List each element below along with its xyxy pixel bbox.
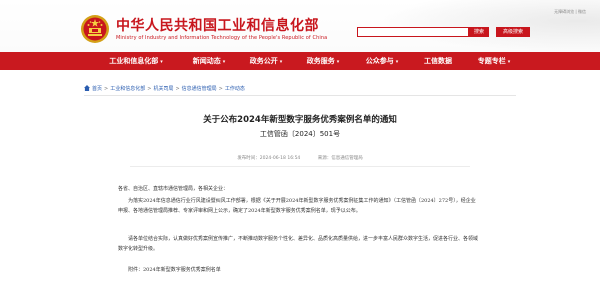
breadcrumb: 首页 > 工业和信息化部 > 机关司局 > 信息通信管理局 > 工作动态 xyxy=(84,85,245,92)
national-emblem-icon[interactable] xyxy=(80,14,110,44)
nav-item-participation[interactable]: 公众参与 ▾ xyxy=(366,52,399,70)
nav-item-home[interactable]: 工业和信息化部 ▾ xyxy=(103,52,169,70)
chevron-down-icon: ▾ xyxy=(395,59,399,65)
document-number: 工信管函〔2024〕501号 xyxy=(259,130,341,138)
chevron-down-icon: ▾ xyxy=(279,59,283,65)
advanced-search-button[interactable]: 高级搜索 xyxy=(496,27,530,37)
article-source: 来源：信息通信管理局 xyxy=(317,156,363,161)
search-button[interactable]: 搜索 xyxy=(469,27,489,37)
publish-date: 发布时间：2024-06-18 16:54 xyxy=(237,156,301,161)
main-nav: 工业和信息化部 ▾ 新闻动态 ▾ 政务公开 ▾ 政务服务 ▾ 公众参与 ▾ 工信数据 专题… xyxy=(0,52,600,70)
attachment-link[interactable]: 附件：2024年新型数字服务优秀案例名单 xyxy=(118,266,480,276)
breadcrumb-separator-icon: > xyxy=(218,86,223,92)
breadcrumb-bureau[interactable]: 信息通信管理局 xyxy=(182,86,217,92)
chevron-down-icon: ▾ xyxy=(222,59,226,65)
nav-item-label: 政务公开 xyxy=(249,57,278,65)
breadcrumb-home[interactable]: 首页 xyxy=(92,86,102,92)
nav-item-services[interactable]: 政务服务 ▾ xyxy=(307,52,340,70)
site-subtitle: Ministry of Industry and Information Tec… xyxy=(116,35,328,41)
breadcrumb-departments[interactable]: 机关司局 xyxy=(153,86,173,92)
nav-item-label: 政务服务 xyxy=(306,57,335,65)
nav-item-label: 工信数据 xyxy=(424,57,452,65)
header-decoration xyxy=(380,0,600,52)
chevron-down-icon: ▾ xyxy=(507,59,511,65)
article-title: 关于公布2024年新型数字服务优秀案例名单的通知 xyxy=(203,115,397,125)
top-links[interactable]: 无障碍浏览 | 微信 xyxy=(554,9,586,15)
breadcrumb-separator-icon: > xyxy=(147,86,152,92)
search-input[interactable] xyxy=(357,27,469,37)
article-salutation: 各省、自治区、直辖市通信管理局，各相关企业： xyxy=(118,186,229,192)
article-paragraph: 请各单位结合实际，认真做好优秀案例宣传推广，不断推动数字服务个性化、差异化、品质… xyxy=(118,236,479,252)
site-title: 中华人民共和国工业和信息化部 xyxy=(116,18,319,34)
nav-item-label: 新闻动态 xyxy=(192,57,221,65)
meta-divider xyxy=(130,166,470,167)
site-header: 中华人民共和国工业和信息化部 Ministry of Industry and … xyxy=(0,0,600,52)
article-meta: 发布时间：2024-06-18 16:54 来源：信息通信管理局 xyxy=(0,155,600,161)
breadcrumb-divider xyxy=(84,95,516,96)
nav-item-label: 公众参与 xyxy=(365,57,394,65)
nav-item-news[interactable]: 新闻动态 ▾ xyxy=(193,52,226,70)
breadcrumb-separator-icon: > xyxy=(104,86,109,92)
nav-item-topics[interactable]: 专题专栏 ▾ xyxy=(478,52,511,70)
nav-item-public-affairs[interactable]: 政务公开 ▾ xyxy=(250,52,283,70)
article-paragraph: 为落实2024年信息通信行业行风建设暨纠风工作部署，根据《关于开展2024年新型… xyxy=(118,198,476,214)
home-icon xyxy=(84,85,90,91)
breadcrumb-ministry[interactable]: 工业和信息化部 xyxy=(110,86,145,92)
nav-item-label: 专题专栏 xyxy=(477,57,506,65)
breadcrumb-work-news[interactable]: 工作动态 xyxy=(225,86,245,92)
breadcrumb-separator-icon: > xyxy=(175,86,180,92)
chevron-down-icon: ▾ xyxy=(336,59,340,65)
nav-item-label: 工业和信息化部 xyxy=(109,57,159,65)
chevron-down-icon: ▾ xyxy=(160,59,163,65)
nav-item-data[interactable]: 工信数据 xyxy=(424,52,452,70)
